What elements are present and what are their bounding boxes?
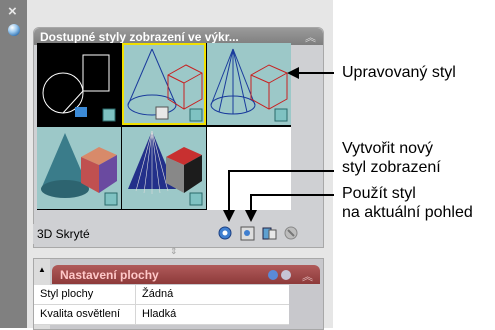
create-visual-style-icon[interactable] (217, 225, 234, 242)
realistic-icon (128, 130, 203, 206)
arrow-head-icon (287, 67, 299, 79)
style-thumbnails-grid (37, 43, 291, 210)
annotation-create-new-line1: Vytvořit nový (342, 140, 433, 157)
callout-line-create-new-vertical (228, 170, 230, 212)
face-style-toggle-icons[interactable] (266, 268, 296, 281)
annotation-apply-line1: Použít styl (342, 185, 416, 202)
property-value[interactable]: Hladká (142, 305, 176, 324)
style-thumb-3d-hidden[interactable] (122, 43, 206, 125)
callout-line-apply (250, 194, 334, 196)
delete-style-icon[interactable] (283, 225, 300, 242)
scroll-up-arrow-icon[interactable]: ▲ (38, 265, 46, 274)
properties-orb-icon[interactable] (8, 24, 20, 36)
wireframe-2d-icon (42, 54, 116, 122)
available-styles-title: Dostupné styly zobrazení ve výkr... (40, 30, 239, 44)
annotation-create-new-line2: styl zobrazení (342, 159, 441, 176)
callout-line-edited-style (296, 72, 334, 74)
conceptual-icon (41, 133, 118, 206)
export-to-palette-icon[interactable] (261, 225, 278, 242)
property-row-lighting-quality[interactable]: Kvalita osvětlení Hladká (34, 305, 289, 325)
annotation-apply-line2: na aktuální pohled (342, 204, 473, 221)
section-resize-grip[interactable]: ⇕ (170, 246, 178, 257)
style-thumb-3d-wireframe[interactable] (207, 43, 291, 125)
palette-title-strip[interactable]: × (0, 0, 27, 328)
empty-thumb-slot (207, 127, 291, 210)
palette-window: × Dostupné styly zobrazení ve výkr... ︽ (0, 0, 333, 330)
hidden-3d-icon (127, 48, 203, 122)
callout-line-create-new (228, 170, 334, 172)
style-thumb-2d-wireframe[interactable] (37, 43, 121, 125)
property-label: Styl plochy (34, 285, 136, 304)
style-thumb-conceptual[interactable] (37, 127, 121, 209)
arrow-head-icon (223, 210, 235, 222)
style-thumb-realistic[interactable] (122, 127, 206, 209)
wireframe-3d-icon (210, 48, 288, 122)
face-settings-title-bar[interactable]: Nastavení plochy ︽ (52, 265, 320, 284)
annotation-edited-style: Upravovaný styl (342, 64, 456, 81)
collapse-chevron-icon[interactable]: ︽ (302, 268, 313, 284)
property-row-face-style[interactable]: Styl plochy Žádná (34, 285, 289, 305)
property-label: Kvalita osvětlení (34, 305, 136, 324)
apply-to-viewport-icon[interactable] (239, 225, 256, 242)
close-icon[interactable]: × (8, 4, 20, 19)
arrow-head-icon (245, 210, 257, 222)
style-name-row: 3D Skryté (33, 224, 322, 244)
selected-style-name: 3D Skryté (37, 227, 90, 241)
property-value[interactable]: Žádná (142, 285, 173, 304)
collapse-chevron-icon[interactable]: ︽ (305, 29, 316, 45)
face-settings-title: Nastavení plochy (60, 268, 159, 282)
